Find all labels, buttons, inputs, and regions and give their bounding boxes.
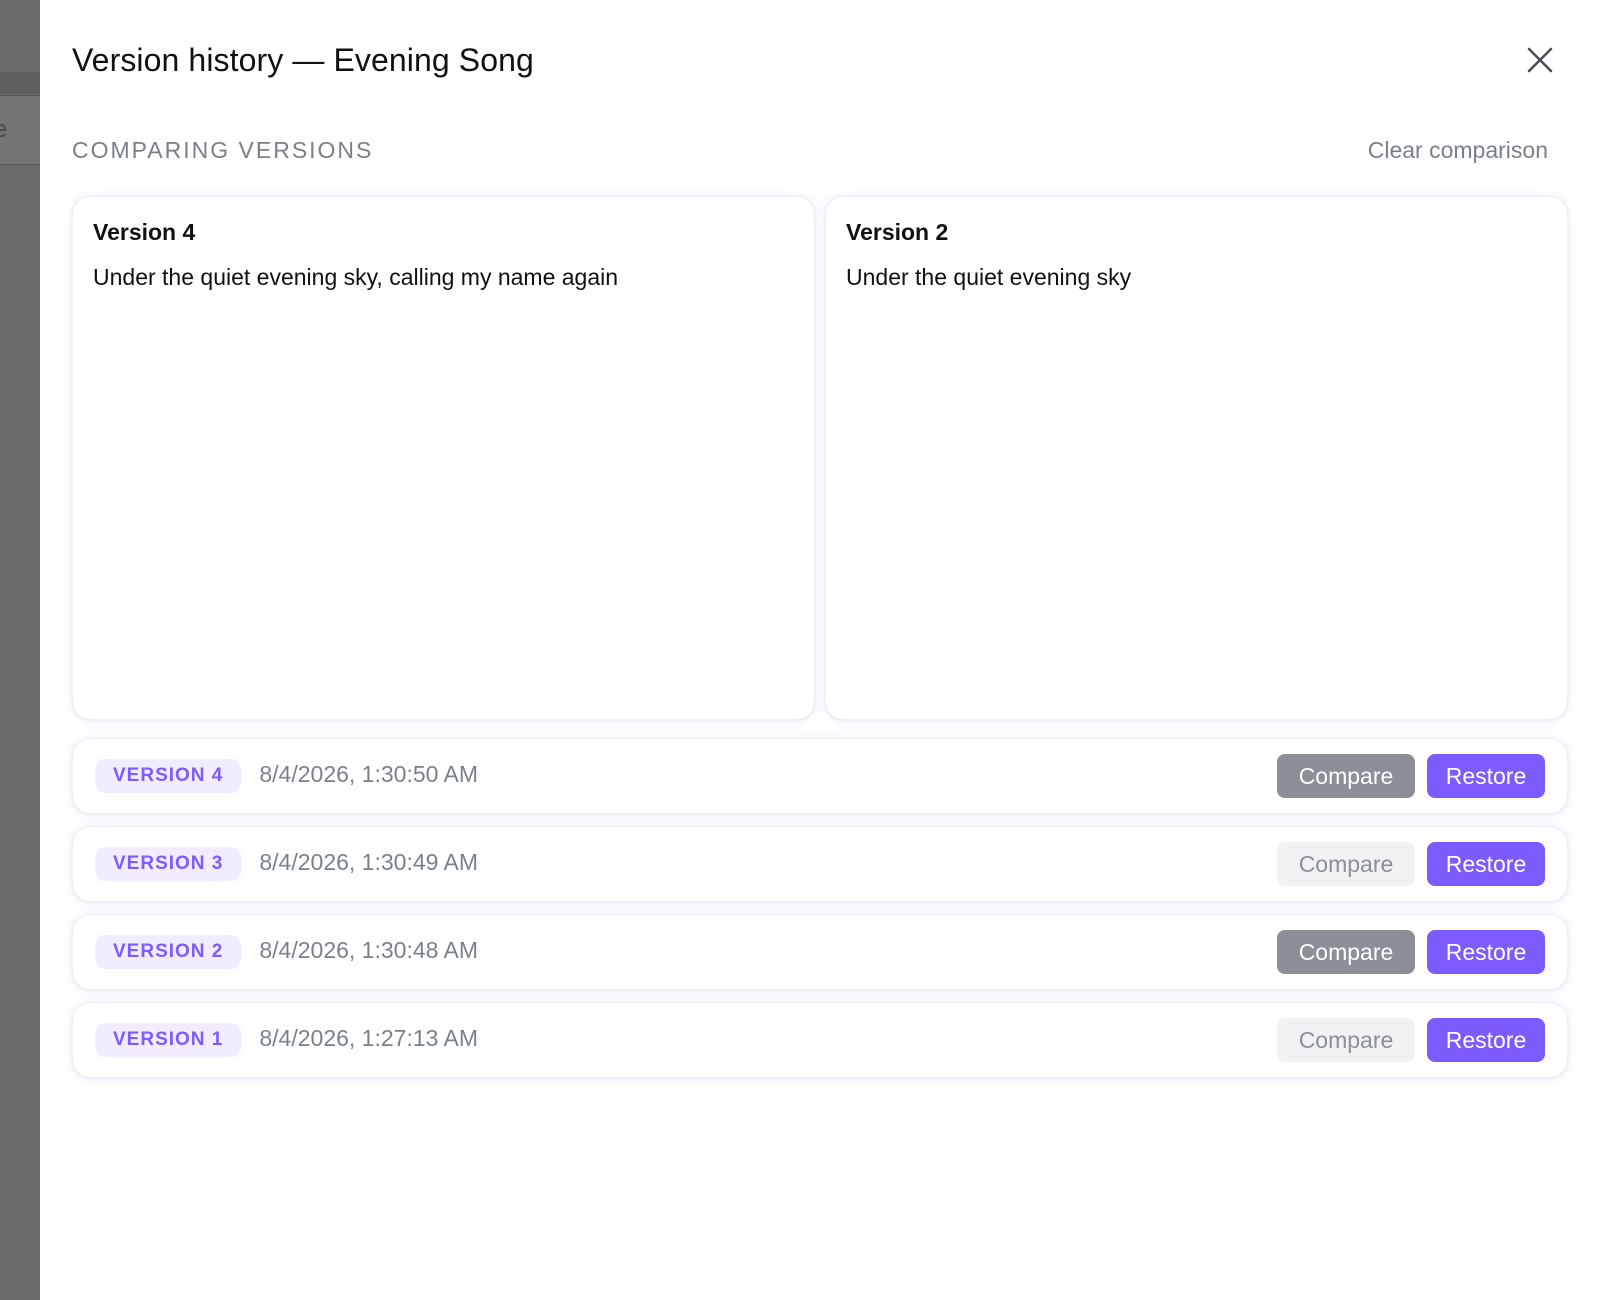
version-row: VERSION 1 8/4/2026, 1:27:13 AM Compare R…	[72, 1002, 1568, 1078]
version-badge: VERSION 2	[95, 935, 242, 969]
panel-header: Version history — Evening Song	[72, 38, 1560, 82]
version-timestamp: 8/4/2026, 1:30:48 AM	[259, 936, 479, 963]
version-badge: VERSION 4	[95, 759, 242, 793]
version-list: VERSION 4 8/4/2026, 1:30:50 AM Compare R…	[72, 738, 1568, 1090]
page-backdrop: e	[0, 0, 40, 1300]
close-icon	[1527, 47, 1553, 73]
comparison-cards: Version 4 Under the quiet evening sky, c…	[72, 196, 1568, 720]
compare-button[interactable]: Compare	[1277, 754, 1415, 798]
backdrop-toolbar	[0, 72, 40, 94]
comparison-card-right: Version 2 Under the quiet evening sky	[825, 196, 1568, 720]
panel-title: Version history — Evening Song	[72, 42, 534, 78]
version-badge: VERSION 3	[95, 847, 242, 881]
version-timestamp: 8/4/2026, 1:30:50 AM	[259, 760, 479, 787]
compare-button[interactable]: Compare	[1277, 1018, 1415, 1062]
backdrop-partial-text: e	[0, 116, 8, 143]
close-button[interactable]	[1520, 40, 1560, 80]
restore-button[interactable]: Restore	[1427, 842, 1545, 886]
comparison-label: COMPARING VERSIONS	[72, 136, 374, 163]
restore-button[interactable]: Restore	[1427, 930, 1545, 974]
version-timestamp: 8/4/2026, 1:30:49 AM	[259, 848, 479, 875]
comparison-card-text: Under the quiet evening sky, calling my …	[93, 264, 619, 290]
version-row: VERSION 3 8/4/2026, 1:30:49 AM Compare R…	[72, 826, 1568, 902]
comparison-card-title: Version 4	[93, 219, 196, 245]
compare-button[interactable]: Compare	[1277, 930, 1415, 974]
clear-comparison-button[interactable]: Clear comparison	[1368, 137, 1548, 164]
backdrop-row: e	[0, 95, 40, 165]
version-row: VERSION 2 8/4/2026, 1:30:48 AM Compare R…	[72, 914, 1568, 990]
version-row: VERSION 4 8/4/2026, 1:30:50 AM Compare R…	[72, 738, 1568, 814]
version-timestamp: 8/4/2026, 1:27:13 AM	[259, 1024, 479, 1051]
restore-button[interactable]: Restore	[1427, 754, 1545, 798]
version-history-panel: Version history — Evening Song COMPARING…	[40, 0, 1600, 1300]
comparison-card-title: Version 2	[846, 219, 949, 245]
comparison-card-text: Under the quiet evening sky	[846, 264, 1132, 290]
compare-button[interactable]: Compare	[1277, 842, 1415, 886]
version-badge: VERSION 1	[95, 1023, 242, 1057]
restore-button[interactable]: Restore	[1427, 1018, 1545, 1062]
comparison-card-left: Version 4 Under the quiet evening sky, c…	[72, 196, 815, 720]
comparison-header: COMPARING VERSIONS Clear comparison	[72, 132, 1548, 168]
